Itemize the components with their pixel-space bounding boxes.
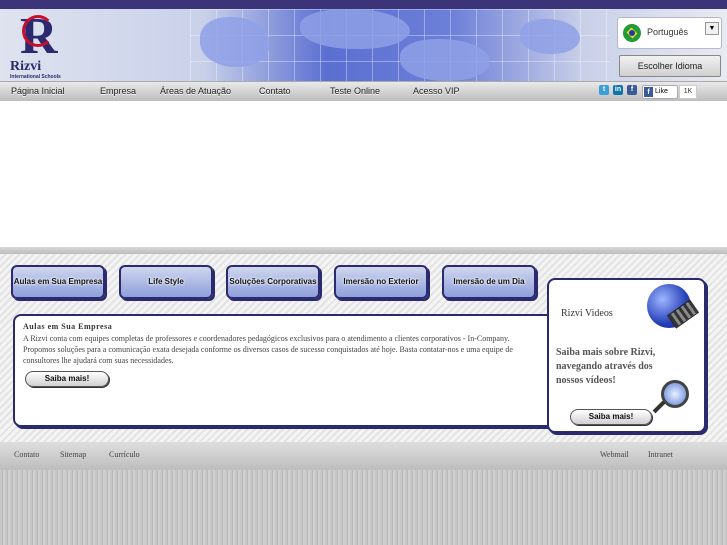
tab-life-style[interactable]: Life Style xyxy=(119,265,213,299)
logo-subtitle: International Schools xyxy=(10,74,61,80)
map-landmass xyxy=(400,39,490,81)
tab-classes-in-company[interactable]: Aulas em Sua Empresa xyxy=(11,265,105,299)
header: R Rizvi International Schools Português … xyxy=(0,9,727,81)
footer-link-sitemap[interactable]: Sitemap xyxy=(60,450,86,459)
logo[interactable]: R Rizvi International Schools xyxy=(6,11,76,81)
footer-link-intranet[interactable]: Intranet xyxy=(648,450,673,459)
info-panel: Aulas em Sua Empresa A Rizvi conta com e… xyxy=(13,314,557,427)
tab-label: Imersão no Exterior xyxy=(343,277,419,286)
brazil-flag-icon xyxy=(623,24,641,42)
footer-link-webmail[interactable]: Webmail xyxy=(600,450,629,459)
learn-more-button[interactable]: Saiba mais! xyxy=(25,371,109,387)
tab-one-day-immersion[interactable]: Imersão de um Dia xyxy=(442,265,536,299)
like-label: Like xyxy=(655,88,668,95)
tab-label: Aulas em Sua Empresa xyxy=(13,277,103,286)
footer: Contato Sitemap Currículo Webmail Intran… xyxy=(0,442,727,545)
videos-title: Rizvi Videos xyxy=(561,308,613,319)
nav-item-areas[interactable]: Áreas de Atuação xyxy=(160,86,231,96)
videos-body: Saiba mais sobre Rizvi, navegando atravé… xyxy=(556,347,656,386)
facebook-icon: f xyxy=(644,87,653,97)
language-select[interactable]: Português ▼ xyxy=(617,17,722,49)
tab-label: Imersão de um Dia xyxy=(453,277,525,286)
facebook-like-button[interactable]: f Like xyxy=(642,85,678,99)
choose-language-button[interactable]: Escolher Idioma xyxy=(619,55,721,77)
chevron-down-icon[interactable]: ▼ xyxy=(705,22,719,35)
panel-title: Aulas em Sua Empresa xyxy=(23,322,113,331)
map-landmass xyxy=(300,9,410,49)
tab-label: Soluções Corporativas xyxy=(229,277,317,286)
main-nav: Página Inicial Empresa Áreas de Atuação … xyxy=(0,81,727,102)
videos-panel: Rizvi Videos Saiba mais sobre Rizvi, nav… xyxy=(547,278,706,433)
language-selected: Português xyxy=(647,27,689,37)
divider-band xyxy=(0,247,727,254)
banner-area xyxy=(0,101,727,247)
videos-learn-more-button[interactable]: Saiba mais! xyxy=(570,409,652,425)
nav-item-vip-access[interactable]: Acesso VIP xyxy=(413,86,460,96)
tab-immersion-abroad[interactable]: Imersão no Exterior xyxy=(334,265,428,299)
tab-corporate-solutions[interactable]: Soluções Corporativas xyxy=(226,265,320,299)
nav-item-contact[interactable]: Contato xyxy=(259,86,291,96)
footer-link-curriculum[interactable]: Currículo xyxy=(109,450,140,459)
facebook-icon[interactable]: f xyxy=(627,85,637,95)
tab-label: Life Style xyxy=(148,277,184,286)
nav-item-home[interactable]: Página Inicial xyxy=(11,86,65,96)
magnifier-icon xyxy=(661,380,689,408)
nav-item-online-test[interactable]: Teste Online xyxy=(330,86,380,96)
linkedin-icon[interactable]: in xyxy=(613,85,623,95)
like-count: 1K xyxy=(679,85,697,99)
panel-body: A Rizvi conta com equipes completas de p… xyxy=(23,334,513,365)
nav-item-company[interactable]: Empresa xyxy=(100,86,136,96)
logo-swirl-icon xyxy=(22,15,54,47)
twitter-icon[interactable]: t xyxy=(599,85,609,95)
footer-link-contact[interactable]: Contato xyxy=(14,450,39,459)
logo-name: Rizvi xyxy=(10,59,42,74)
map-landmass xyxy=(520,19,580,54)
globe-film-icon xyxy=(647,284,691,328)
top-bar xyxy=(0,0,727,9)
